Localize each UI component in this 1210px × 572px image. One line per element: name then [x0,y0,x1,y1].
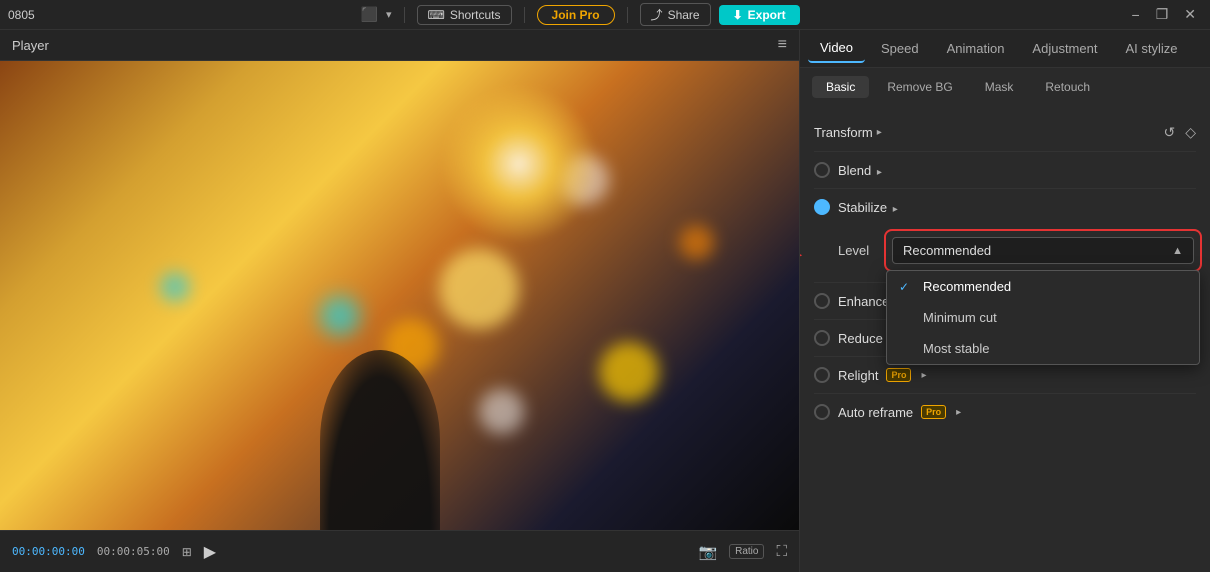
option-label: Most stable [923,341,989,356]
option-label: Recommended [923,279,1011,294]
layout-icon: ▾ [386,8,392,21]
export-label: Export [748,8,786,22]
divider [404,7,405,23]
title-bar-right: − ❐ ✕ [1126,4,1202,25]
sub-tab-bar: Basic Remove BG Mask Retouch [800,68,1210,106]
title-bar: 0805 ⬛ ▾ ⌨ Shortcuts Join Pro ⤴ Share ⬇ … [0,0,1210,30]
minimize-button[interactable]: − [1126,5,1146,25]
share-icon: ⤴ [651,6,663,23]
stabilize-row: Stabilize ▸ [814,189,1196,225]
reset-icon[interactable]: ↺ [1163,124,1175,141]
sub-tab-basic[interactable]: Basic [812,76,869,98]
main-area: Player ≡ 00:00:00:00 00:00:05:0 [0,30,1210,572]
autoreframe-pro-badge: Pro [921,405,946,419]
enhance-checkbox[interactable] [814,293,830,309]
reduce-checkbox[interactable] [814,330,830,346]
level-row: ▶ Level Recommended ▲ ✓ Recommended [814,225,1196,282]
title-bar-left: 0805 [8,8,35,22]
highlight-arrow: ▶ [800,241,801,266]
title-bar-center: ⬛ ▾ ⌨ Shortcuts Join Pro ⤴ Share ⬇ Expor… [361,3,800,26]
app-title: 0805 [8,8,35,22]
dropdown-menu: ✓ Recommended Minimum cut Most stable [886,270,1200,365]
export-icon: ⬇ [733,8,743,22]
fullscreen-icon[interactable]: ⛶ [776,543,787,560]
ratio-button[interactable]: Ratio [729,544,764,559]
monitor-icon: ⬛ [361,6,378,23]
player-title: Player [12,38,49,53]
diamond-icon[interactable]: ◇ [1185,124,1196,141]
tab-animation[interactable]: Animation [935,35,1017,62]
right-panel: Video Speed Animation Adjustment AI styl… [800,30,1210,572]
level-label: Level [838,243,878,258]
share-button[interactable]: ⤴ Share [640,3,711,26]
tab-bar: Video Speed Animation Adjustment AI styl… [800,30,1210,68]
grid-layout-icon: ⊞ [182,545,192,559]
shortcuts-label: Shortcuts [450,8,501,22]
stabilize-checkbox[interactable] [814,199,830,215]
divider3 [627,7,628,23]
player-menu-icon[interactable]: ≡ [778,36,787,54]
stabilize-section: Stabilize ▸ ▶ Level Recommended ▲ [814,189,1196,282]
player-panel: Player ≡ 00:00:00:00 00:00:05:0 [0,30,800,572]
right-content: Transform ▸ ↺ ◇ Blend ▸ [800,106,1210,572]
check-icon: ✓ [899,280,915,294]
tab-speed[interactable]: Speed [869,35,931,62]
transform-arrow: ▸ [877,127,882,138]
level-dropdown[interactable]: Recommended ▲ [892,237,1194,264]
transform-section: Transform ▸ ↺ ◇ [814,114,1196,152]
tab-adjustment[interactable]: Adjustment [1020,35,1109,62]
dropdown-chevron-up-icon: ▲ [1172,245,1183,257]
relight-pro-badge: Pro [886,368,911,382]
keyboard-icon: ⌨ [428,8,445,22]
relight-label: Relight [838,368,878,383]
stabilize-label: Stabilize ▸ [838,200,898,215]
join-pro-button[interactable]: Join Pro [537,5,615,25]
relight-checkbox[interactable] [814,367,830,383]
export-button[interactable]: ⬇ Export [719,5,800,25]
video-container [0,61,799,530]
blend-checkbox[interactable] [814,162,830,178]
level-dropdown-container: Recommended ▲ ✓ Recommended Minimum cut [884,229,1202,272]
sub-tab-retouch[interactable]: Retouch [1031,76,1104,98]
dropdown-selected-value: Recommended [903,243,991,258]
blend-label: Blend ▸ [838,163,882,178]
screenshot-icon[interactable]: 📷 [698,543,717,561]
autoreframe-row: Auto reframe Pro ▸ [814,393,1196,430]
play-button[interactable]: ▶ [204,542,216,562]
dropdown-option-most-stable[interactable]: Most stable [887,333,1199,364]
autoreframe-label: Auto reframe [838,405,913,420]
autoreframe-checkbox[interactable] [814,404,830,420]
blend-row: Blend ▸ [814,152,1196,189]
time-total: 00:00:05:00 [97,545,170,558]
tab-ai-stylize[interactable]: AI stylize [1113,35,1189,62]
sub-tab-remove-bg[interactable]: Remove BG [873,76,966,98]
maximize-button[interactable]: ❐ [1150,4,1175,25]
divider2 [524,7,525,23]
tab-video[interactable]: Video [808,34,865,63]
dropdown-option-recommended[interactable]: ✓ Recommended [887,271,1199,302]
sub-tab-mask[interactable]: Mask [971,76,1028,98]
close-button[interactable]: ✕ [1178,4,1202,25]
video-background [0,61,799,530]
dropdown-option-minimum-cut[interactable]: Minimum cut [887,302,1199,333]
player-controls: 00:00:00:00 00:00:05:00 ⊞ ▶ 📷 Ratio ⛶ [0,530,799,572]
option-label: Minimum cut [923,310,997,325]
shortcuts-button[interactable]: ⌨ Shortcuts [417,5,512,25]
share-label: Share [668,8,700,22]
player-header: Player ≡ [0,30,799,61]
transform-icons: ↺ ◇ [1163,124,1196,141]
time-current: 00:00:00:00 [12,545,85,558]
transform-label: Transform ▸ [814,125,882,140]
